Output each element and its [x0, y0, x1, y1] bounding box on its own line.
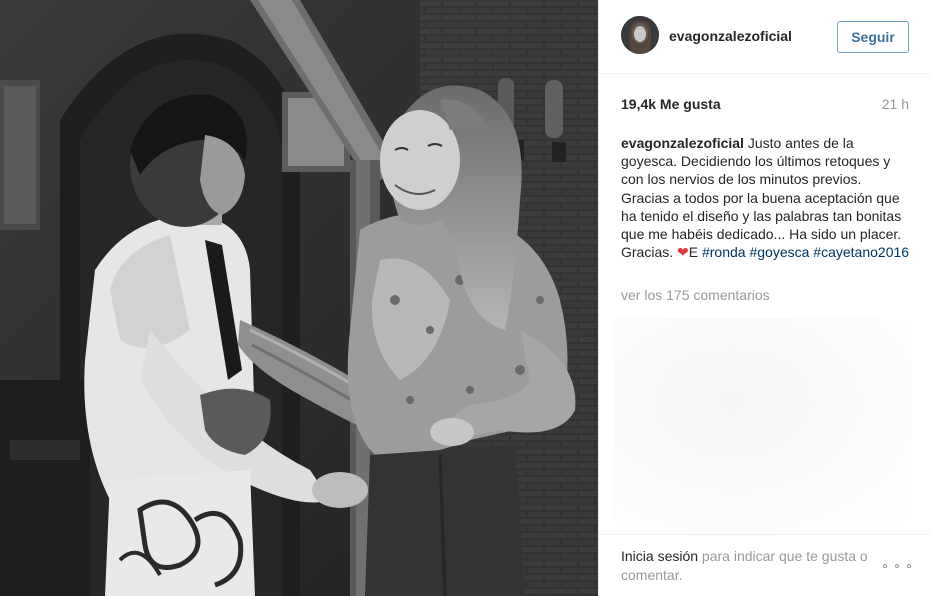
caption-username[interactable]: evagonzalezoficial	[621, 135, 744, 151]
hashtag-goyesca[interactable]: #goyesca	[749, 244, 809, 260]
caption-text: Justo antes de la goyesca. Decidiendo lo…	[621, 135, 902, 261]
post-photo[interactable]	[0, 0, 598, 596]
caption-text-2: E	[688, 244, 702, 261]
more-dot	[883, 564, 887, 568]
instagram-post-embed: evagonzalezoficial Seguir 19,4k Me gusta…	[0, 0, 930, 596]
avatar-image	[621, 16, 659, 54]
login-prompt: Inicia sesión para indicar que te gusta …	[621, 547, 871, 585]
view-comments-link[interactable]: ver los 175 comentarios	[621, 287, 770, 303]
more-dot	[907, 564, 911, 568]
likes-row: 19,4k Me gusta 21 h	[621, 96, 909, 114]
post-timestamp[interactable]: 21 h	[882, 96, 909, 112]
comments-placeholder	[613, 318, 913, 530]
likes-count[interactable]: 19,4k Me gusta	[621, 96, 721, 112]
login-link[interactable]: Inicia sesión	[621, 548, 698, 564]
username-link[interactable]: evagonzalezoficial	[669, 28, 792, 44]
hashtag-cayetano2016[interactable]: #cayetano2016	[813, 244, 909, 260]
post-footer: Inicia sesión para indicar que te gusta …	[599, 534, 930, 596]
post-caption: evagonzalezoficial Justo antes de la goy…	[621, 134, 913, 261]
more-dot	[895, 564, 899, 568]
follow-button[interactable]: Seguir	[837, 21, 909, 53]
heart-emoji-icon: ❤	[677, 244, 689, 261]
avatar[interactable]	[621, 16, 659, 54]
post-side-panel: evagonzalezoficial Seguir 19,4k Me gusta…	[598, 0, 930, 596]
post-header: evagonzalezoficial Seguir	[599, 0, 930, 74]
photo-scene	[0, 0, 598, 596]
hashtag-ronda[interactable]: #ronda	[702, 244, 746, 260]
more-options-icon[interactable]	[883, 559, 911, 573]
